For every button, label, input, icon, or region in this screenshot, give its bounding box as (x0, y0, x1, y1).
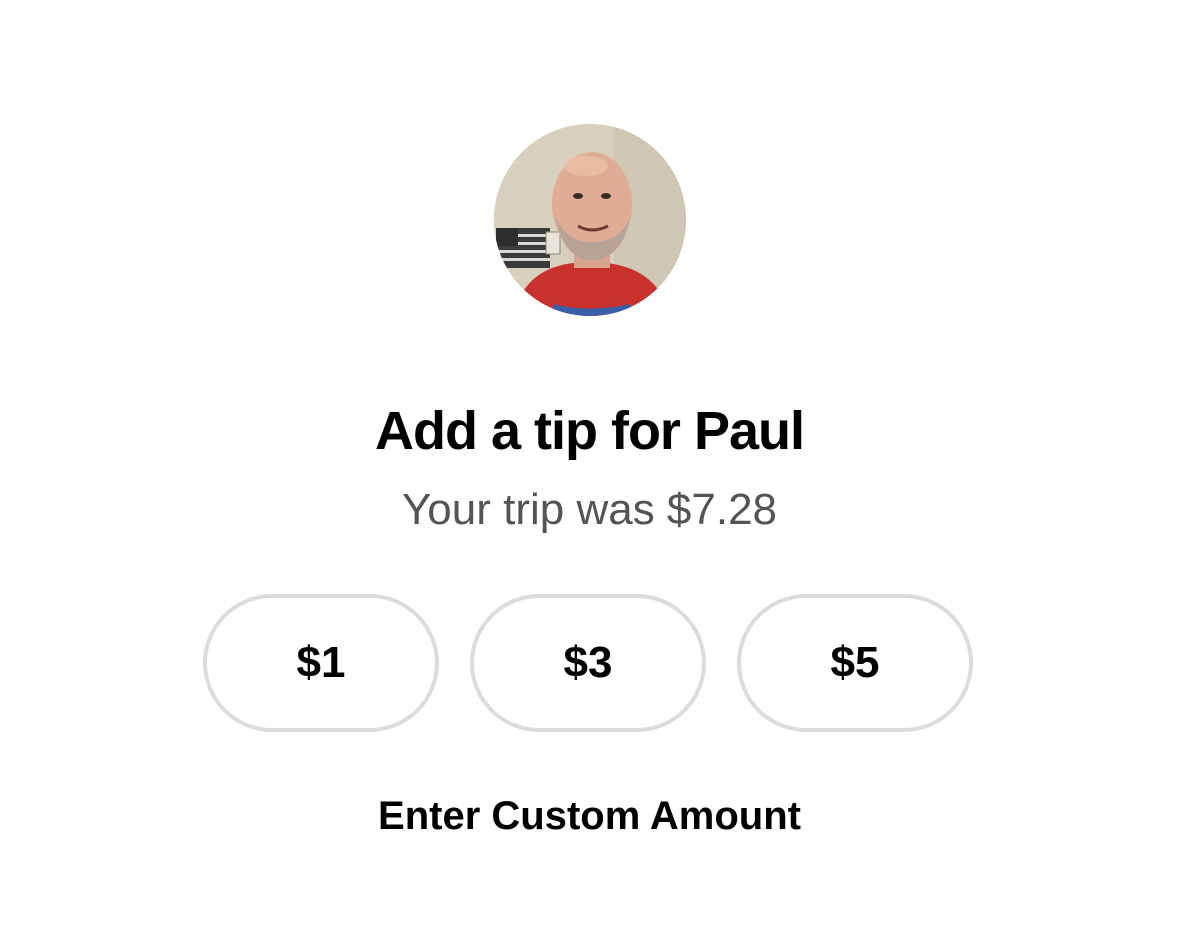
tip-option-3-button[interactable]: $3 (470, 594, 706, 732)
tip-option-5-button[interactable]: $5 (737, 594, 973, 732)
trip-fare-summary: Your trip was $7.28 (401, 485, 778, 534)
driver-avatar (494, 124, 686, 316)
tip-option-1-button[interactable]: $1 (203, 594, 439, 732)
driver-photo (494, 124, 686, 316)
tip-title: Add a tip for Paul (374, 401, 805, 461)
enter-custom-amount-link[interactable]: Enter Custom Amount (0, 790, 1179, 842)
tip-screen: Add a tip for Paul Your trip was $7.28 $… (0, 0, 1179, 930)
